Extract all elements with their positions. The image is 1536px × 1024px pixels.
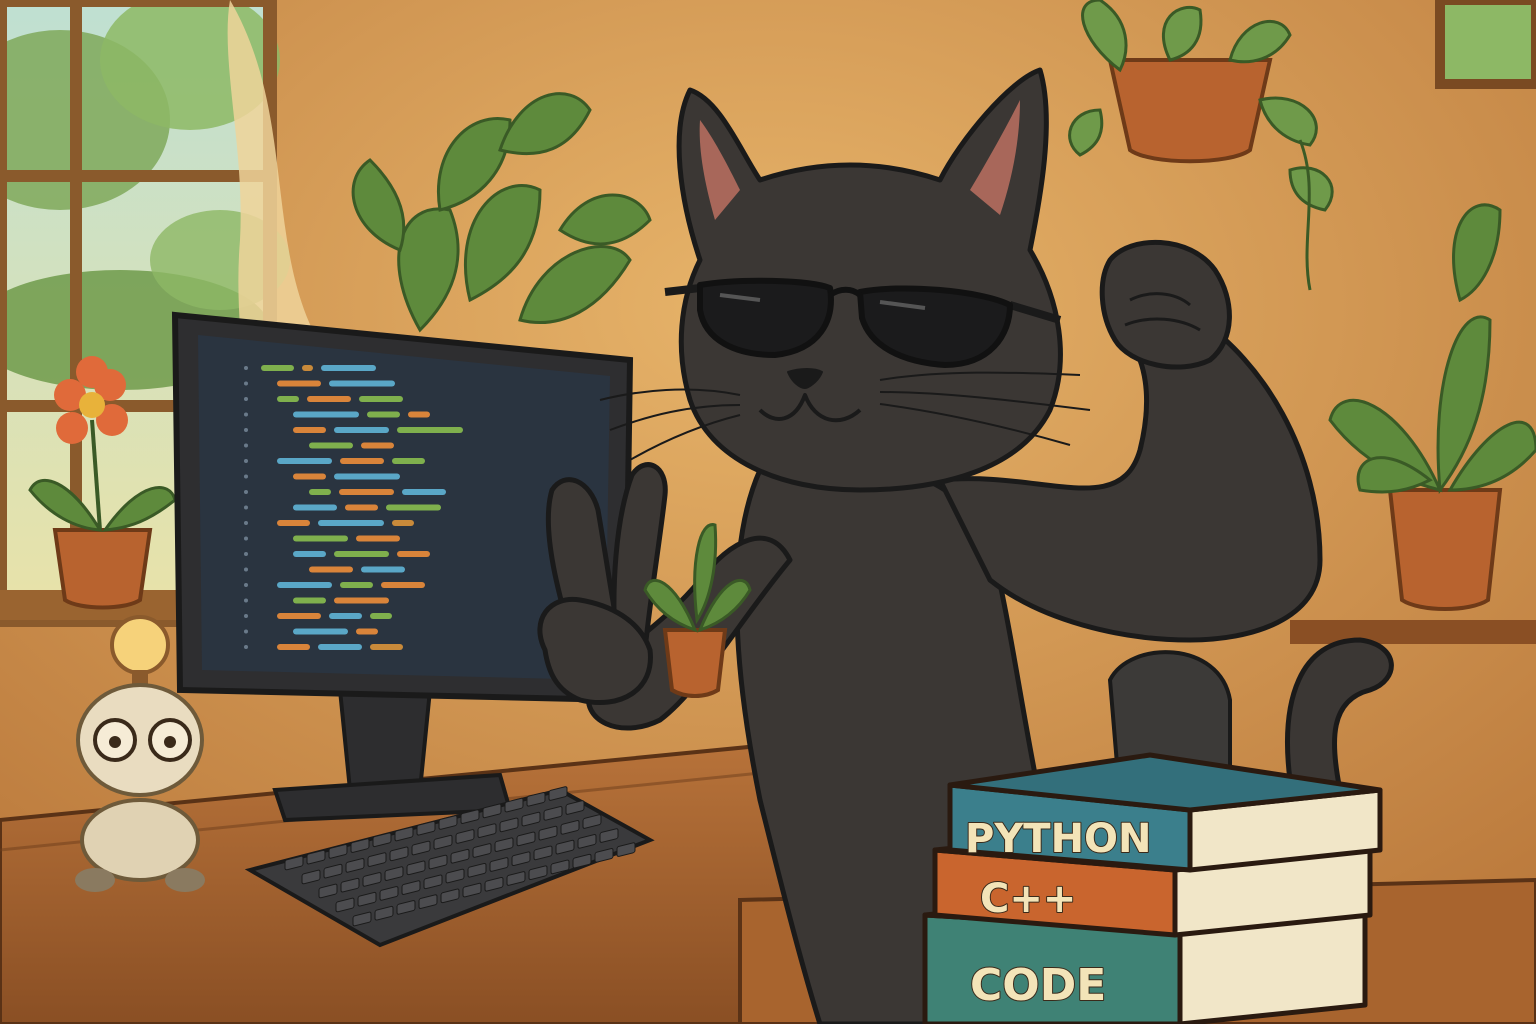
code-token [392, 520, 414, 526]
code-token [402, 489, 446, 495]
code-token [334, 597, 389, 604]
code-token [386, 504, 441, 511]
code-line-number [244, 428, 248, 432]
code-token [307, 396, 351, 402]
code-line-number [244, 412, 248, 417]
code-line-number [244, 567, 248, 572]
code-token [293, 628, 348, 635]
cat-fist [1099, 239, 1232, 370]
illustration-scene: CODE C++ PYTHON [0, 0, 1536, 1024]
code-token [340, 582, 373, 588]
code-token [309, 442, 353, 449]
code-line-number [244, 552, 248, 556]
code-line-number [244, 443, 248, 448]
code-token [361, 442, 394, 449]
code-line-number [244, 381, 248, 386]
code-token [359, 396, 403, 402]
code-token [397, 551, 430, 557]
code-token [277, 520, 310, 526]
code-line-number [244, 629, 248, 634]
code-token [293, 411, 359, 418]
code-token [302, 365, 313, 371]
code-token [392, 458, 425, 464]
code-line-number [244, 397, 248, 401]
code-token [329, 613, 362, 619]
code-line-number [244, 490, 248, 494]
code-token [293, 473, 326, 480]
code-token [293, 427, 326, 433]
code-line-number [244, 521, 248, 525]
code-token [408, 411, 430, 418]
book-cpp-label: C++ [980, 876, 1076, 922]
code-token [318, 644, 362, 650]
code-token [334, 551, 389, 557]
code-token [293, 535, 348, 542]
code-token [397, 427, 463, 433]
code-line-number [244, 645, 248, 649]
code-token [318, 520, 384, 526]
picture-frame [1435, 0, 1536, 89]
code-token [293, 504, 337, 511]
code-token [277, 613, 321, 619]
scene-svg: CODE C++ PYTHON [0, 0, 1536, 1024]
code-token [345, 504, 378, 511]
code-token [309, 489, 331, 495]
code-line-number [244, 459, 248, 463]
code-token [370, 613, 392, 619]
code-token [277, 644, 310, 650]
code-token [293, 551, 326, 557]
code-line-number [244, 583, 248, 587]
code-token [277, 458, 332, 464]
book-python-label: PYTHON [965, 816, 1152, 862]
code-line-number [244, 505, 248, 510]
code-token [334, 427, 389, 433]
code-token [329, 380, 395, 387]
code-token [356, 535, 400, 542]
code-line-number [244, 614, 248, 618]
code-token [309, 566, 353, 573]
code-token [356, 628, 378, 635]
code-token [261, 365, 294, 371]
code-line-number [244, 474, 248, 479]
code-token [277, 380, 321, 387]
code-token [277, 396, 299, 402]
book-code-label: CODE [970, 960, 1106, 1011]
code-token [339, 489, 394, 495]
book-stack: CODE C++ PYTHON [922, 752, 1383, 1024]
code-token [361, 566, 405, 573]
code-token [370, 644, 403, 650]
code-line-number [244, 366, 248, 370]
code-token [340, 458, 384, 464]
code-line-number [244, 536, 248, 541]
code-line-number [244, 598, 248, 603]
code-token [334, 473, 400, 480]
code-token [321, 365, 376, 371]
code-token [293, 597, 326, 604]
code-token [367, 411, 400, 418]
code-token [277, 582, 332, 588]
code-token [381, 582, 425, 588]
